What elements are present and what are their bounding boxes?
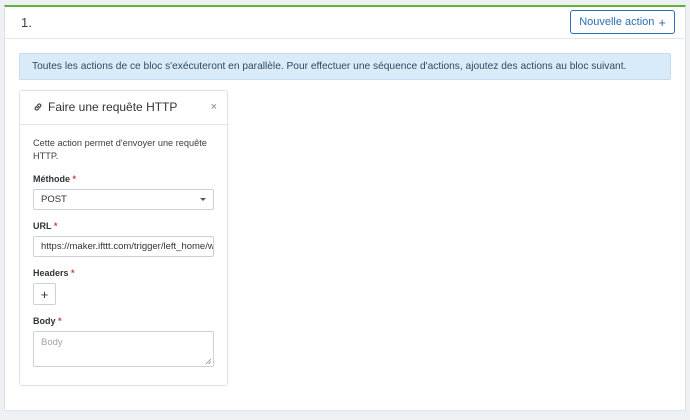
add-header-button[interactable]: + [33,283,56,305]
url-input[interactable]: https://maker.ifttt.com/trigger/left_hom… [33,236,214,257]
required-mark: * [53,221,58,231]
body-placeholder: Body [41,337,63,348]
block-header: 1. Nouvelle action + [5,7,685,39]
card-header: Faire une requête HTTP × [20,91,227,125]
required-mark: * [72,174,77,184]
url-label: URL * [33,221,58,231]
plus-icon: + [658,14,666,30]
parallel-info-banner: Toutes les actions de ce bloc s'exécuter… [19,53,671,80]
new-action-button[interactable]: Nouvelle action + [570,10,675,34]
method-label: Méthode * [33,174,77,184]
headers-label: Headers * [33,268,75,278]
body-textarea[interactable]: Body [33,331,214,367]
required-mark: * [71,268,75,278]
body-label: Body * [33,316,62,326]
http-request-card: Faire une requête HTTP × Cette action pe… [19,90,228,386]
block-number: 1. [21,15,32,30]
method-value: POST [41,194,67,205]
close-icon[interactable]: × [211,101,217,113]
method-select[interactable]: POST [33,189,214,210]
caret-down-icon [200,198,206,201]
action-block: 1. Nouvelle action + Toutes les actions … [4,5,686,411]
card-title: Faire une requête HTTP [48,100,178,114]
card-body: Cette action permet d'envoyer une requêt… [20,125,227,367]
action-description: Cette action permet d'envoyer une requêt… [33,138,207,161]
plus-icon: + [40,286,49,302]
required-mark: * [58,316,62,326]
resize-grip-icon[interactable] [205,358,211,364]
link-icon [34,103,42,111]
url-value: https://maker.ifttt.com/trigger/left_hom… [41,241,214,252]
info-text: Toutes les actions de ce bloc s'exécuter… [32,61,627,72]
new-action-label: Nouvelle action [579,16,655,28]
